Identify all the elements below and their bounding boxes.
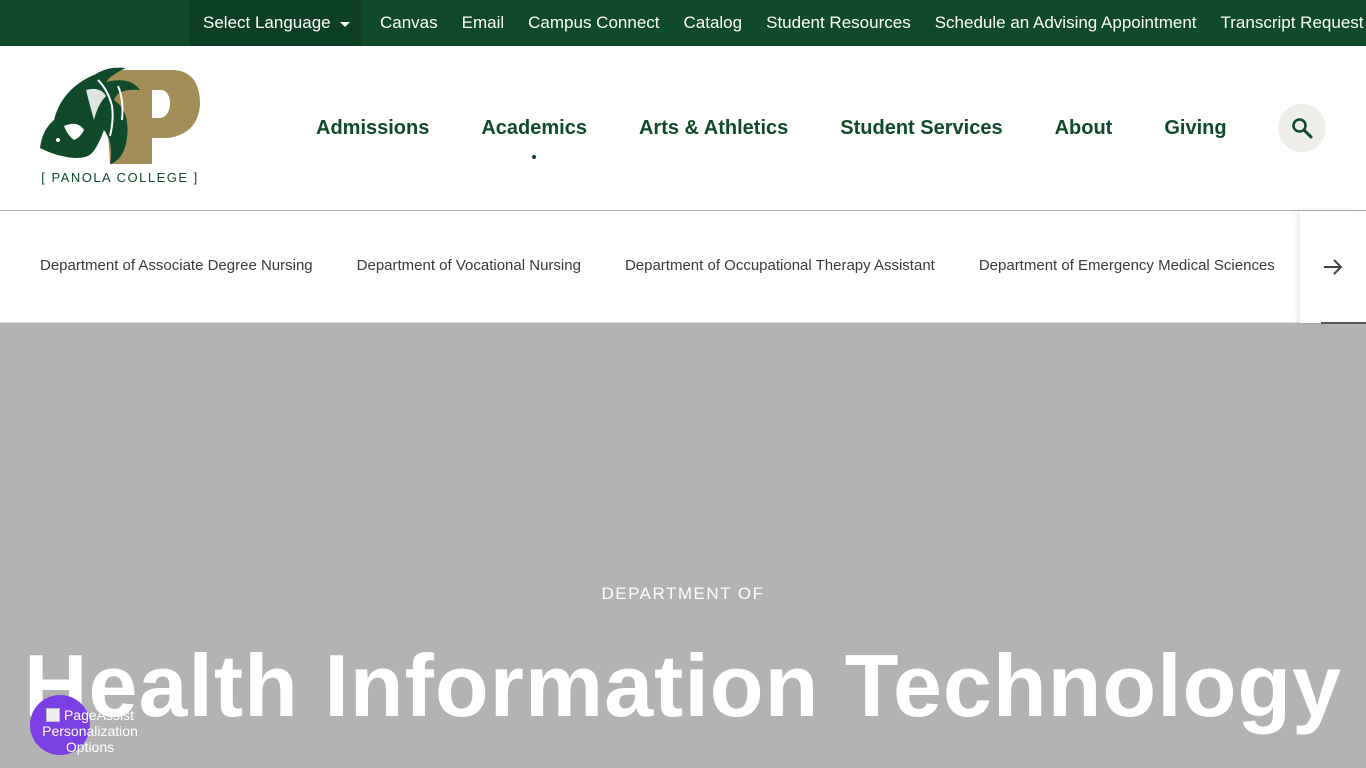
pageassist-label[interactable]: PageAssist Personalization Options bbox=[42, 707, 138, 755]
nav-academics-label: Academics bbox=[481, 116, 587, 139]
nav-giving-label: Giving bbox=[1164, 116, 1227, 139]
search-icon bbox=[1292, 118, 1313, 139]
utility-link-email[interactable]: Email bbox=[450, 13, 517, 33]
nav-admissions-label: Admissions bbox=[316, 116, 430, 139]
nav-academics[interactable]: Academics bbox=[455, 116, 613, 159]
search-button[interactable] bbox=[1278, 104, 1326, 152]
department-subnav: Department of Associate Degree Nursing D… bbox=[0, 211, 1366, 323]
main-nav: Admissions Academics Arts & Athletics St… bbox=[290, 101, 1253, 159]
panola-college-logo[interactable]: [ PANOLA COLLEGE ] bbox=[34, 60, 204, 192]
subnav-next-button[interactable] bbox=[1300, 211, 1366, 323]
utility-link-campus-connect[interactable]: Campus Connect bbox=[516, 13, 671, 33]
nav-giving[interactable]: Giving bbox=[1138, 117, 1252, 140]
nav-arts-athletics-label: Arts & Athletics bbox=[638, 116, 789, 139]
nav-student-services[interactable]: Student Services bbox=[814, 117, 1028, 140]
nav-admissions[interactable]: Admissions bbox=[290, 117, 455, 140]
nav-about[interactable]: About bbox=[1029, 117, 1139, 140]
subnav-occupational-therapy[interactable]: Department of Occupational Therapy Assis… bbox=[603, 257, 957, 274]
subnav-items: Department of Associate Degree Nursing D… bbox=[18, 211, 1297, 319]
subnav-associate-degree-nursing[interactable]: Department of Associate Degree Nursing bbox=[18, 257, 335, 274]
logo-mark: [ PANOLA COLLEGE ] bbox=[40, 67, 200, 185]
logo-wordmark: [ PANOLA COLLEGE ] bbox=[41, 170, 199, 185]
nav-student-services-label: Student Services bbox=[840, 116, 1003, 139]
utility-link-catalog[interactable]: Catalog bbox=[672, 13, 755, 33]
subnav-emergency-medical[interactable]: Department of Emergency Medical Sciences bbox=[957, 257, 1297, 274]
subnav-vocational-nursing[interactable]: Department of Vocational Nursing bbox=[335, 257, 603, 274]
broken-image-icon bbox=[45, 708, 60, 722]
utility-link-canvas[interactable]: Canvas bbox=[368, 13, 450, 33]
nav-arts-athletics[interactable]: Arts & Athletics bbox=[613, 117, 814, 140]
language-select-label: Select Language bbox=[203, 13, 331, 32]
utility-link-transcript[interactable]: Transcript Request bbox=[1209, 13, 1366, 33]
utility-bar: Select Language Canvas Email Campus Conn… bbox=[0, 0, 1366, 46]
utility-link-student-resources[interactable]: Student Resources bbox=[754, 13, 923, 33]
hero-banner: DEPARTMENT OF Health Information Technol… bbox=[0, 324, 1366, 768]
arrow-right-icon bbox=[1324, 259, 1343, 275]
page-title: Health Information Technology bbox=[23, 636, 1343, 735]
chevron-down-icon bbox=[339, 21, 350, 27]
site-header: [ PANOLA COLLEGE ] Admissions Academics … bbox=[0, 46, 1366, 210]
hero-eyebrow: DEPARTMENT OF bbox=[601, 584, 765, 603]
utility-link-advising[interactable]: Schedule an Advising Appointment bbox=[923, 13, 1209, 33]
utility-links: Canvas Email Campus Connect Catalog Stud… bbox=[368, 0, 1366, 46]
nav-about-label: About bbox=[1054, 116, 1113, 139]
language-select[interactable]: Select Language bbox=[189, 0, 361, 46]
active-indicator bbox=[532, 154, 537, 159]
